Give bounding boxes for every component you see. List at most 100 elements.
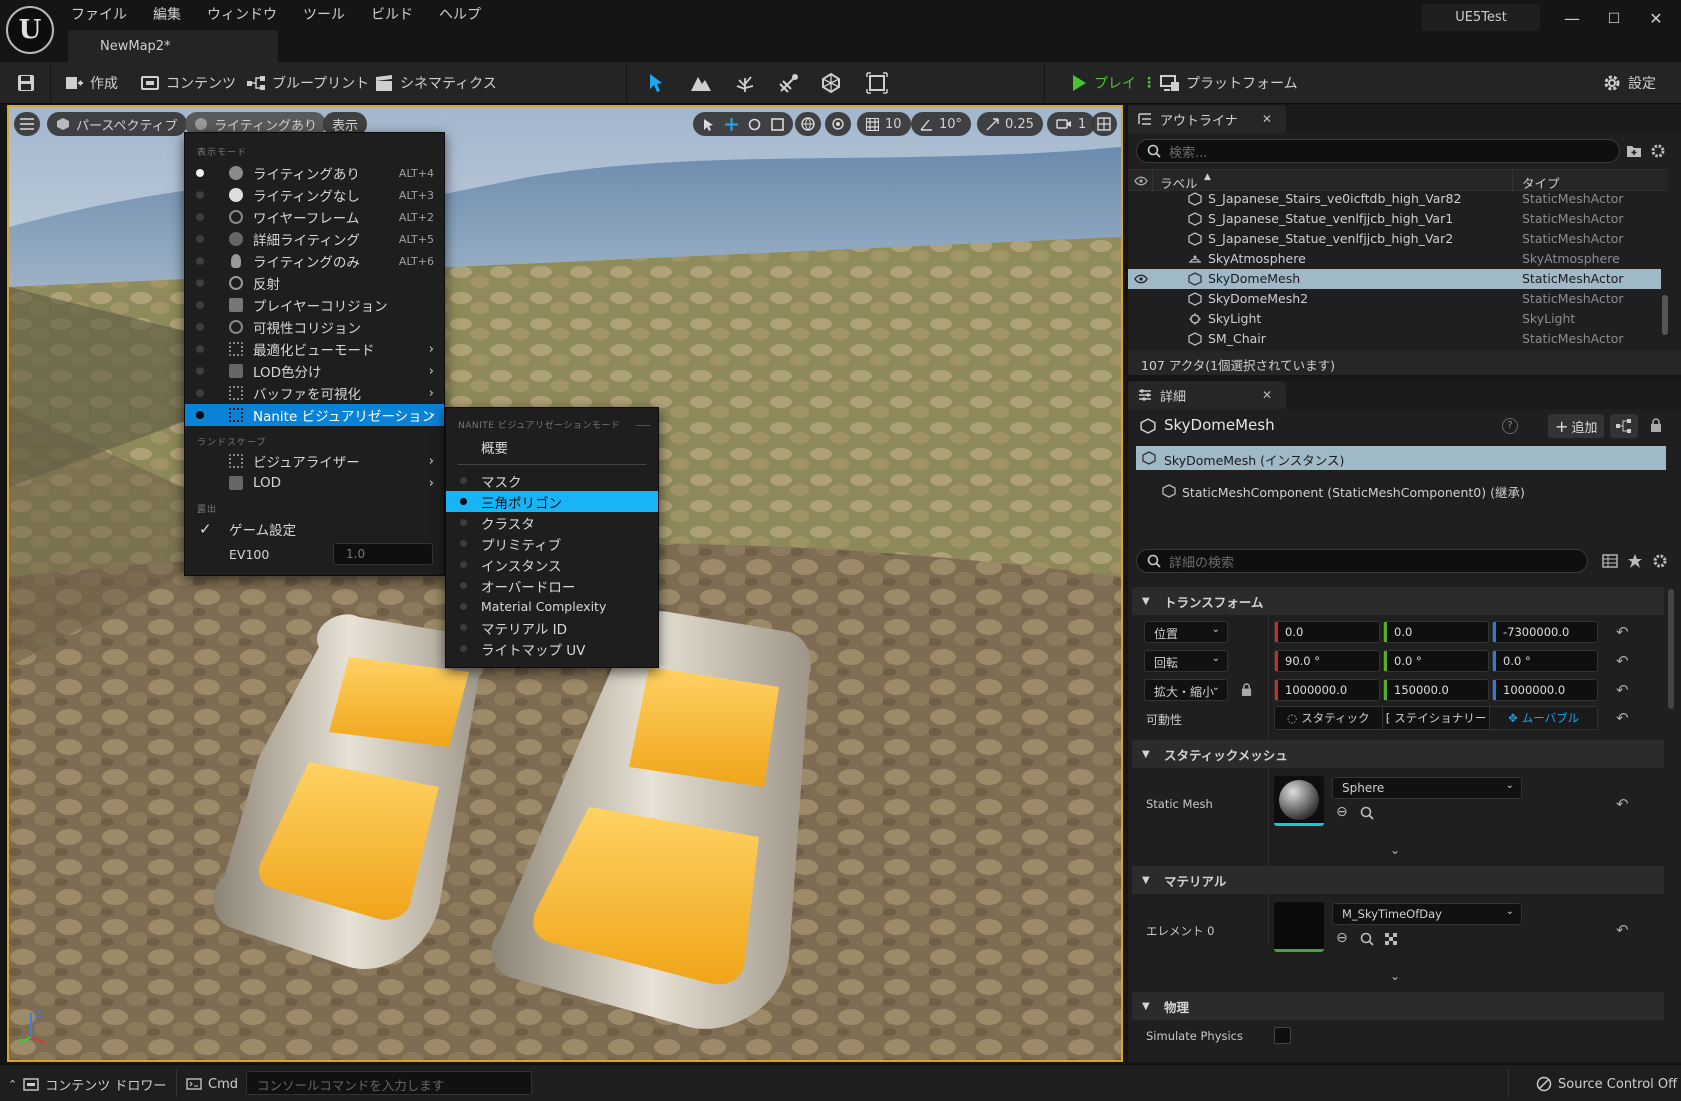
create-button[interactable]: 作成 [64,70,118,96]
scale-x-field[interactable]: 1000000.0 [1274,679,1380,701]
rotate-tool-icon[interactable] [748,118,761,131]
reset-static-mesh-icon[interactable]: ↶ [1616,795,1629,813]
cinematics-button[interactable]: シネマティクス [374,70,497,96]
outliner-scrollbar[interactable] [1662,295,1668,335]
view-mode-item[interactable]: ライティングなし ALT+3 [185,184,444,206]
reset-material-icon[interactable]: ↶ [1616,921,1629,939]
ev100-input[interactable]: 1.0 [333,543,433,565]
content-button[interactable]: コンテンツ [140,70,236,96]
close-tab-icon[interactable]: ✕ [1262,112,1272,126]
scale-mode-dropdown[interactable]: 拡大・縮小 ⌄ [1144,679,1228,701]
rotation-z-field[interactable]: 0.0 ° [1492,650,1598,672]
nanite-mode-item[interactable]: Material Complexity [446,596,658,617]
add-component-button[interactable]: + 追加 [1548,414,1604,438]
label-column-header[interactable]: ラベル [1160,173,1198,192]
favorite-star-icon[interactable] [1627,553,1643,569]
location-x-field[interactable]: 0.0 [1274,621,1380,643]
mesh-paint-mode-icon[interactable] [778,72,800,94]
view-mode-submenu[interactable]: バッファを可視化 › [185,382,444,404]
nanite-mode-item[interactable]: マテリアル ID [446,617,658,638]
details-tab[interactable]: 詳細 ✕ [1128,381,1286,409]
outliner-row[interactable]: SkyDomeMesh2 StaticMeshActor [1128,289,1661,309]
source-control-button[interactable]: Source Control Off [1536,1073,1677,1095]
landscape-visualizer-submenu[interactable]: ビジュアライザー › [185,450,444,472]
blueprint-button[interactable]: ブループリント [246,70,369,96]
details-scrollbar[interactable] [1668,589,1674,709]
nanite-mode-item[interactable]: プリミティブ [446,533,658,554]
scale-y-field[interactable]: 150000.0 [1383,679,1489,701]
menu-tools[interactable]: ツール [290,4,358,26]
select-tool-icon[interactable] [702,118,715,131]
mobility-movable-option[interactable]: ✥ ムーバブル [1489,707,1598,729]
mobility-stationary-option[interactable]: ⁅ ステイショナリー [1381,707,1490,729]
platform-button[interactable]: プラットフォーム [1160,70,1298,96]
content-drawer-button[interactable]: ⌃ コンテンツ ドロワー [8,1073,166,1095]
material-picker[interactable]: M_SkyTimeOfDay ⌄ [1332,903,1522,925]
outliner-row[interactable]: SM_Chair StaticMeshActor [1128,329,1661,349]
outliner-row-selected[interactable]: SkyDomeMesh StaticMeshActor [1128,269,1661,289]
modeling-mode-icon[interactable] [866,72,888,94]
cmd-button[interactable]: Cmd [186,1073,238,1095]
browse-asset-search-icon[interactable] [1360,806,1374,820]
nanite-mode-item[interactable]: インスタンス [446,554,658,575]
reset-mobility-icon[interactable]: ↶ [1616,709,1629,727]
menu-help[interactable]: ヘルプ [426,4,494,26]
landscape-lod-submenu[interactable]: LOD › [185,472,444,494]
console-command-input[interactable]: コンソールコマンドを入力します [246,1071,532,1095]
grid-snap-button[interactable]: 10 [857,112,911,136]
outliner-row[interactable]: S_Japanese_Statue_venlfjjcb_high_Var2 Sta… [1128,229,1661,249]
menu-file[interactable]: ファイル [58,4,140,26]
settings-button[interactable]: 設定 [1602,70,1656,96]
scale-snap-button[interactable]: 0.25 [977,112,1043,136]
game-settings-checkbox[interactable]: ✓ ゲーム設定 [185,518,444,540]
menu-window[interactable]: ウィンドウ [194,4,290,26]
move-tool-icon[interactable] [725,117,738,131]
component-tree-row[interactable]: StaticMeshComponent (StaticMeshComponent… [1160,480,1660,502]
material-checker-icon[interactable] [1384,932,1398,946]
rotation-y-field[interactable]: 0.0 ° [1383,650,1489,672]
view-mode-item[interactable]: ワイヤーフレーム ALT+2 [185,206,444,228]
camera-speed-button[interactable]: 1 [1047,112,1096,136]
scale-z-field[interactable]: 1000000.0 [1492,679,1598,701]
menu-edit[interactable]: 編集 [140,4,194,26]
view-mode-item[interactable]: 反射 [185,272,444,294]
materials-section-header[interactable]: ▼ マテリアル [1132,866,1664,894]
rotation-mode-dropdown[interactable]: 回転 ⌄ [1144,650,1228,672]
select-mode-icon[interactable] [646,72,668,94]
location-y-field[interactable]: 0.0 [1383,621,1489,643]
unreal-logo-icon[interactable]: U [6,6,54,54]
blueprint-convert-button[interactable] [1610,414,1638,438]
outliner-row[interactable]: SkyLight SkyLight [1128,309,1661,329]
outliner-row[interactable]: SkyAtmosphere SkyAtmosphere [1128,249,1661,269]
view-mode-item[interactable]: 詳細ライティング ALT+5 [185,228,444,250]
fracture-mode-icon[interactable] [820,72,842,94]
details-search-input[interactable]: 詳細の検索 [1136,549,1588,573]
use-selected-asset-icon[interactable]: ⊖ [1336,930,1348,946]
component-instance-row[interactable]: SkyDomeMesh (インスタンス) [1136,446,1666,470]
minimize-button[interactable]: — [1552,6,1592,32]
view-mode-item[interactable]: ライティングのみ ALT+6 [185,250,444,272]
mobility-static-option[interactable]: ◌ スタティック [1275,707,1382,729]
nanite-mode-item[interactable]: クラスタ [446,512,658,533]
close-tab-icon[interactable]: ✕ [1262,388,1272,402]
details-actor-name[interactable]: SkyDomeMesh [1164,416,1275,434]
outliner-row[interactable]: S_Japanese_Statue_venlfjjcb_high_Var1 Sta… [1128,209,1661,229]
play-options-icon[interactable]: ⋮ [1142,75,1156,91]
menu-build[interactable]: ビルド [358,4,426,26]
transform-section-header[interactable]: ▼ トランスフォーム [1132,587,1664,615]
expand-chevron-icon[interactable]: ⌄ [1390,843,1400,857]
reset-location-icon[interactable]: ↶ [1616,623,1629,641]
view-mode-item[interactable]: 可視性コリジョン [185,316,444,338]
view-mode-submenu[interactable]: LOD色分け › [185,360,444,382]
rotation-snap-button[interactable]: 10° [911,112,972,136]
foliage-mode-icon[interactable] [734,72,756,94]
play-button[interactable]: プレイ ⋮ [1070,70,1156,96]
reset-scale-icon[interactable]: ↶ [1616,681,1629,699]
type-column-header[interactable]: タイプ [1522,173,1560,192]
static-mesh-section-header[interactable]: ▼ スタティックメッシュ [1132,740,1664,768]
material-thumbnail[interactable] [1274,902,1324,952]
viewport-options-button[interactable] [14,112,40,136]
view-mode-submenu[interactable]: 最適化ビューモード › [185,338,444,360]
lock-icon[interactable] [1650,418,1662,433]
location-z-field[interactable]: -7300000.0 [1492,621,1598,643]
